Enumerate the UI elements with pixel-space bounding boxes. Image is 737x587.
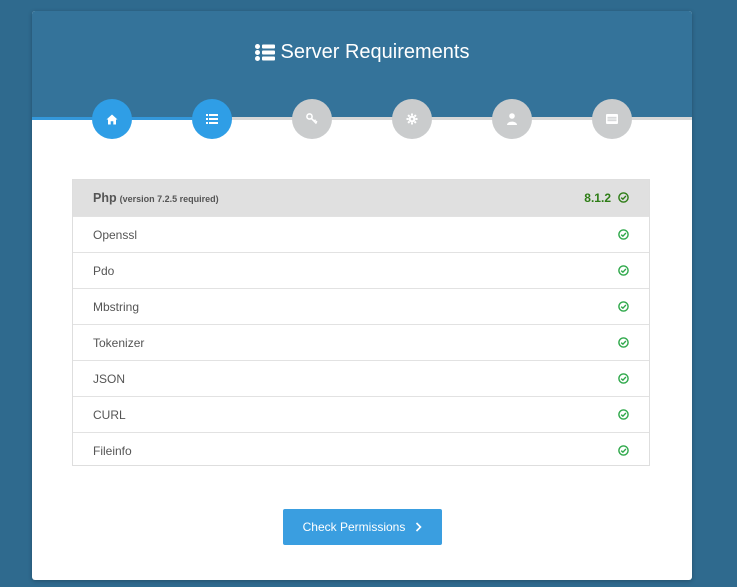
requirement-row: Pdo (73, 252, 649, 288)
check-permissions-button[interactable]: Check Permissions (283, 509, 442, 545)
check-circle-icon (618, 229, 629, 240)
check-circle-icon (618, 445, 629, 456)
check-circle-icon (618, 409, 629, 420)
step-3[interactable] (292, 99, 332, 139)
requirement-row: Tokenizer (73, 324, 649, 360)
card-header: Server Requirements (32, 11, 692, 118)
requirement-name: Tokenizer (93, 336, 145, 350)
requirement-row: CURL (73, 396, 649, 432)
server-icon (606, 114, 618, 124)
requirements-table: Php (version 7.2.5 required) 8.1.2 Openss… (72, 179, 650, 466)
gear-icon (406, 113, 418, 125)
check-circle-icon (618, 192, 629, 203)
php-label: Php (version 7.2.5 required) (93, 191, 219, 205)
list-icon (206, 114, 218, 124)
requirement-row: Mbstring (73, 288, 649, 324)
list-icon (254, 42, 275, 68)
requirement-name: Fileinfo (93, 444, 132, 458)
key-icon (306, 113, 318, 125)
check-circle-icon (618, 373, 629, 384)
step-1[interactable] (92, 99, 132, 139)
page-title: Server Requirements (32, 39, 692, 68)
requirement-name: CURL (93, 408, 126, 422)
check-circle-icon (618, 337, 629, 348)
requirement-name: Pdo (93, 264, 115, 278)
home-icon (106, 114, 118, 125)
requirement-row: Fileinfo (73, 432, 649, 468)
step-5[interactable] (492, 99, 532, 139)
requirement-row: JSON (73, 360, 649, 396)
php-version-note: (version 7.2.5 required) (119, 194, 219, 204)
chevron-right-icon (415, 520, 422, 535)
requirement-name: Openssl (93, 228, 138, 242)
check-circle-icon (618, 265, 629, 276)
requirement-row: Openssl (73, 216, 649, 252)
title-text: Server Requirements (280, 41, 470, 63)
step-4[interactable] (392, 99, 432, 139)
step-6[interactable] (592, 99, 632, 139)
php-row: Php (version 7.2.5 required) 8.1.2 (73, 180, 649, 216)
check-circle-icon (618, 301, 629, 312)
check-permissions-label: Check Permissions (302, 520, 406, 534)
step-2[interactable] (192, 99, 232, 139)
php-version: 8.1.2 (584, 191, 611, 205)
installer-card: Server Requirements Php (version 7.2.5 re… (32, 11, 692, 580)
user-icon (507, 113, 517, 125)
requirement-name: JSON (93, 372, 126, 386)
requirement-name: Mbstring (93, 300, 140, 314)
php-name: Php (93, 191, 117, 205)
